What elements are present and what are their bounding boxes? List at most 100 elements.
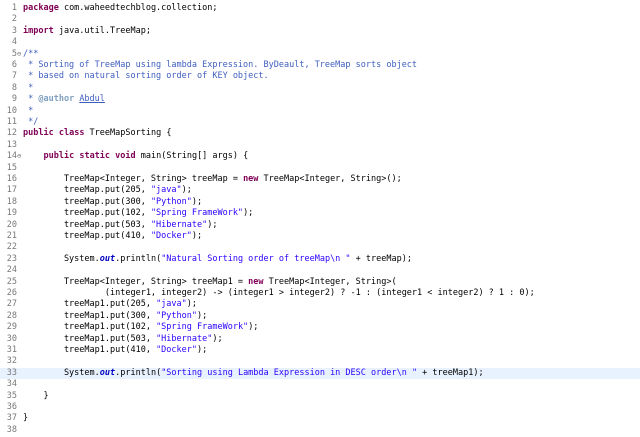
- code-text[interactable]: * Sorting of TreeMap using lambda Expres…: [23, 60, 417, 71]
- code-line[interactable]: 13: [0, 140, 640, 151]
- line-number: 5: [11, 48, 17, 59]
- code-line[interactable]: 20 treeMap.put(503, "Hibernate");: [0, 220, 640, 231]
- line-number: 7: [11, 71, 17, 82]
- code-line[interactable]: 31 treeMap1.put(410, "Docker");: [0, 345, 640, 356]
- code-token: );: [191, 231, 203, 241]
- code-line[interactable]: 6 * Sorting of TreeMap using lambda Expr…: [0, 60, 640, 71]
- code-token: TreeMap<Integer, String> treeMap =: [23, 174, 244, 184]
- code-text[interactable]: *: [23, 83, 33, 94]
- code-line[interactable]: 10 *: [0, 106, 640, 117]
- code-text[interactable]: treeMap1.put(410, "Docker");: [23, 345, 207, 356]
- code-token: treeMap1.put(205,: [23, 299, 157, 310]
- code-line[interactable]: 15: [0, 163, 640, 174]
- code-line[interactable]: 34: [0, 379, 640, 390]
- code-text[interactable]: import java.util.TreeMap;: [23, 26, 151, 37]
- code-line[interactable]: 2: [0, 14, 640, 25]
- code-token: );: [212, 333, 223, 344]
- code-token: @author: [38, 94, 75, 105]
- code-text[interactable]: */: [23, 117, 38, 128]
- line-number: 6: [11, 60, 17, 70]
- code-text[interactable]: treeMap.put(503, "Hibernate");: [23, 220, 218, 231]
- code-text[interactable]: package com.waheedtechblog.collection;: [23, 3, 217, 14]
- line-number: 35: [6, 390, 17, 401]
- code-text[interactable]: treeMap1.put(300, "Python");: [23, 311, 207, 322]
- code-line[interactable]: 18 treeMap.put(300, "Python");: [0, 197, 640, 208]
- code-text[interactable]: TreeMap<Integer, String> treeMap = new T…: [23, 174, 402, 185]
- code-text[interactable]: treeMap.put(300, "Python");: [23, 197, 202, 208]
- code-text[interactable]: treeMap.put(205, "java");: [23, 185, 192, 196]
- code-line[interactable]: 23 System.out.println("Natural Sorting o…: [0, 254, 640, 265]
- code-token: public: [43, 151, 75, 162]
- code-token: class: [58, 128, 85, 139]
- code-line[interactable]: 22: [0, 242, 640, 253]
- code-text[interactable]: treeMap.put(410, "Docker");: [23, 231, 202, 242]
- code-line[interactable]: 33 System.out.println("Sorting using Lam…: [0, 367, 640, 380]
- code-editor[interactable]: 1 package com.waheedtechblog.collection; 2…: [0, 0, 640, 437]
- fold-toggle-icon[interactable]: ⊖: [17, 151, 22, 162]
- line-number: 33: [6, 367, 17, 378]
- code-text[interactable]: * based on natural sorting order of KEY …: [23, 71, 269, 82]
- fold-toggle-icon[interactable]: ⊖: [17, 49, 22, 60]
- code-line[interactable]: 17 treeMap.put(205, "java");: [0, 185, 640, 196]
- code-line[interactable]: 14 ⊖ public static void main(String[] arg…: [0, 151, 640, 162]
- code-line[interactable]: 11 */: [0, 117, 640, 128]
- code-line[interactable]: 27 treeMap1.put(205, "java");: [0, 299, 640, 310]
- code-line[interactable]: 25 TreeMap<Integer, String> treeMap1 = n…: [0, 277, 640, 288]
- code-token: */: [23, 117, 39, 127]
- code-text[interactable]: /**: [23, 49, 38, 60]
- code-line[interactable]: 29 treeMap1.put(102, "Spring FrameWork")…: [0, 322, 640, 333]
- code-text[interactable]: treeMap1.put(205, "java");: [23, 299, 197, 310]
- code-token: main(String[] args) {: [135, 151, 249, 162]
- line-number: 17: [6, 185, 17, 196]
- line-number: 38: [6, 424, 17, 435]
- code-line[interactable]: 38: [0, 425, 640, 436]
- code-text[interactable]: treeMap.put(102, "Spring FrameWork");: [23, 208, 253, 219]
- code-text[interactable]: *: [23, 106, 33, 117]
- line-number: 28: [6, 310, 17, 321]
- code-line[interactable]: 16 TreeMap<Integer, String> treeMap = ne…: [0, 174, 640, 185]
- line-number: 10: [6, 105, 17, 116]
- code-token: );: [191, 196, 203, 207]
- code-text[interactable]: treeMap1.put(503, "Hibernate");: [23, 334, 223, 345]
- code-line[interactable]: 8 *: [0, 83, 640, 94]
- code-line[interactable]: 26 (integer1, integer2) -> (integer1 > i…: [0, 288, 640, 299]
- code-token: TreeMapSorting {: [84, 128, 172, 139]
- code-text[interactable]: public static void main(String[] args) {: [23, 151, 248, 162]
- code-text[interactable]: TreeMap<Integer, String> treeMap1 = new …: [23, 277, 397, 288]
- code-line[interactable]: 3 import java.util.TreeMap;: [0, 26, 640, 37]
- code-line[interactable]: 12 public class TreeMapSorting {: [0, 128, 640, 139]
- code-line[interactable]: 21 treeMap.put(410, "Docker");: [0, 231, 640, 242]
- code-line[interactable]: 36: [0, 402, 640, 413]
- code-line[interactable]: 30 treeMap1.put(503, "Hibernate");: [0, 334, 640, 345]
- code-text[interactable]: * @author Abdul: [23, 94, 105, 105]
- code-text[interactable]: treeMap1.put(102, "Spring FrameWork");: [23, 322, 259, 333]
- code-line[interactable]: 19 treeMap.put(102, "Spring FrameWork");: [0, 208, 640, 219]
- code-text[interactable]: System.out.println("Sorting using Lambda…: [23, 368, 484, 379]
- line-number: 27: [6, 299, 17, 310]
- code-line[interactable]: 37}: [0, 413, 640, 424]
- code-line[interactable]: 28 treeMap1.put(300, "Python");: [0, 311, 640, 322]
- code-line[interactable]: 24: [0, 265, 640, 276]
- code-text[interactable]: }: [23, 390, 49, 402]
- code-text[interactable]: }: [23, 413, 28, 424]
- code-line[interactable]: 32: [0, 356, 640, 367]
- code-line[interactable]: 1 package com.waheedtechblog.collection;: [0, 3, 640, 14]
- code-text[interactable]: public class TreeMapSorting {: [23, 128, 171, 139]
- code-token: * Sorting of TreeMap using lambda Expres…: [23, 60, 418, 70]
- code-text[interactable]: (integer1, integer2) -> (integer1 > inte…: [23, 288, 535, 299]
- code-token: "Natural Sorting order of treeMap\n ": [161, 253, 351, 264]
- code-token: treeMap1.put(503,: [23, 333, 157, 344]
- code-line[interactable]: 4: [0, 37, 640, 48]
- code-text[interactable]: System.out.println("Natural Sorting orde…: [23, 254, 412, 265]
- code-token: treeMap1.put(300,: [23, 310, 157, 321]
- line-number: 2: [11, 14, 17, 25]
- code-line[interactable]: 9 * @author Abdul: [0, 94, 640, 105]
- code-token: }: [23, 390, 49, 401]
- code-line[interactable]: 35 }: [0, 391, 640, 402]
- code-token: *: [23, 82, 34, 93]
- code-line[interactable]: 7 * based on natural sorting order of KE…: [0, 71, 640, 82]
- code-token: + treeMap1);: [417, 367, 484, 378]
- code-line[interactable]: 5 ⊖/**: [0, 49, 640, 60]
- code-token: TreeMap<Integer, String>(: [263, 276, 397, 287]
